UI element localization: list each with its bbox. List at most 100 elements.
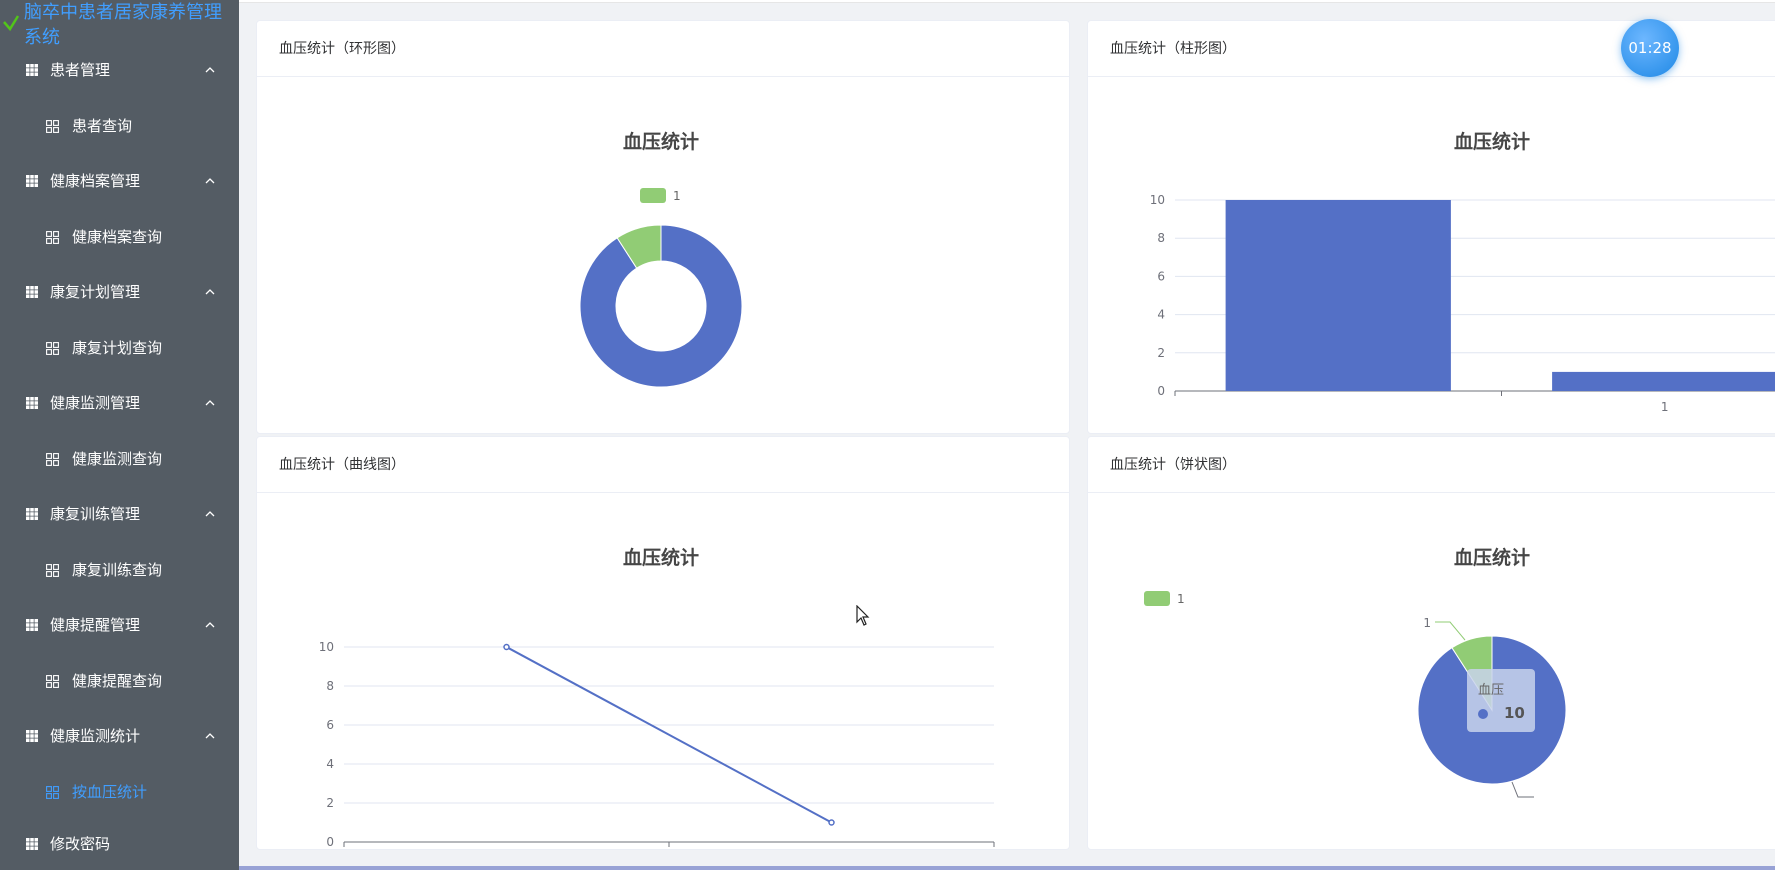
apps-icon (46, 786, 59, 799)
card-header: 血压统计（饼状图） (1088, 437, 1775, 493)
y-tick-label: 10 (319, 640, 334, 654)
grid-icon (26, 397, 38, 409)
sidebar-item-label: 修改密码 (50, 835, 111, 853)
label-leader-line (1511, 781, 1534, 798)
bar-chart: 血压统计 0 2 4 6 8 10 1 (1150, 130, 1775, 414)
check-icon (3, 15, 20, 32)
legend-label: 1 (673, 189, 681, 203)
ring-chart: 血压统计 1 (579, 130, 743, 388)
sidebar-subitem-3[interactable]: 健康监测查询 (0, 431, 239, 487)
sidebar-group-5[interactable]: 健康提醒管理 (0, 597, 239, 653)
sidebar-group-label: 健康档案管理 (50, 172, 141, 190)
slice-label: 1 (1423, 616, 1431, 630)
sidebar-group-label: 康复训练管理 (50, 505, 141, 523)
sidebar-subitem-label: 健康提醒查询 (72, 672, 163, 690)
sidebar-subitem-label: 康复训练查询 (72, 561, 163, 579)
sidebar-group-2[interactable]: 康复计划管理 (0, 264, 239, 320)
top-bar (239, 0, 1775, 3)
bar (1552, 371, 1775, 391)
sidebar-subitem-label: 按血压统计 (72, 783, 148, 801)
series-line (506, 646, 832, 824)
legend-swatch (1144, 591, 1170, 606)
chevron-up-icon (205, 400, 215, 406)
sidebar-group-label: 患者管理 (50, 61, 111, 79)
card-bar-chart: 血压统计（柱形图） 血压统计 0 2 4 6 8 10 1 (1087, 20, 1775, 434)
chevron-up-icon (205, 178, 215, 184)
sidebar-subitem-4[interactable]: 康复训练查询 (0, 542, 239, 598)
y-tick-label: 6 (326, 718, 334, 732)
grid-icon (26, 286, 38, 298)
bottom-edge (239, 866, 1775, 870)
sidebar-group-4[interactable]: 康复训练管理 (0, 486, 239, 542)
sidebar-group-label: 健康监测统计 (50, 727, 141, 745)
sidebar: 脑卒中患者居家康养管理系统 患者管理 患者查询 健康档案管理 健康档案查询 康复… (0, 0, 239, 870)
chevron-up-icon (205, 67, 215, 73)
chevron-up-icon (205, 511, 215, 517)
bar (1225, 200, 1451, 391)
y-tick-label: 4 (326, 757, 334, 771)
apps-icon (46, 342, 59, 355)
card-line-chart: 血压统计（曲线图） 血压统计02468101 (256, 436, 1070, 850)
label-leader-line (1435, 621, 1466, 641)
sidebar-subitem-0[interactable]: 患者查询 (0, 98, 239, 154)
chevron-up-icon (205, 622, 215, 628)
apps-icon (46, 120, 59, 133)
apps-icon (46, 453, 59, 466)
sidebar-group-label: 康复计划管理 (50, 283, 141, 301)
sidebar-subitem-2[interactable]: 康复计划查询 (0, 320, 239, 376)
tooltip-series-name: 血压 (1478, 683, 1505, 698)
pie-chart: 血压统计 1 1 (1144, 546, 1567, 798)
chart-tooltip: 血压 10 (1467, 669, 1535, 732)
chart-title: 血压统计 (623, 130, 699, 153)
grid-icon (26, 730, 38, 742)
chart-title: 血压统计 (1454, 130, 1530, 153)
grid-icon (26, 619, 38, 631)
y-tick-label: 2 (1157, 346, 1165, 360)
sidebar-subitem-label: 健康档案查询 (72, 228, 163, 246)
y-tick-label: 8 (326, 679, 334, 693)
sidebar-subitem-6[interactable]: 按血压统计 (0, 764, 239, 820)
apps-icon (46, 564, 59, 577)
grid-icon (26, 175, 38, 187)
apps-icon (46, 231, 59, 244)
card-header: 血压统计（环形图） (257, 21, 1069, 77)
mouse-cursor-icon (856, 605, 870, 626)
tooltip-value: 10 (1504, 704, 1525, 722)
legend-label: 1 (1177, 592, 1185, 606)
sidebar-group-label: 健康提醒管理 (50, 616, 141, 634)
y-tick-label: 0 (326, 835, 334, 849)
line-point (503, 643, 510, 651)
sidebar-subitem-label: 患者查询 (72, 117, 133, 135)
card-pie-chart: 血压统计（饼状图） 血压统计 1 1 (1087, 436, 1775, 850)
card-ring-chart: 血压统计（环形图） 血压统计 1 (256, 20, 1070, 434)
x-tick-label: 1 (1661, 400, 1669, 414)
grid-icon (26, 508, 38, 520)
timer-badge[interactable]: 01:28 (1621, 19, 1679, 77)
apps-icon (46, 675, 59, 688)
sidebar-subitem-1[interactable]: 健康档案查询 (0, 209, 239, 265)
sidebar-subitem-label: 康复计划查询 (72, 339, 163, 357)
sidebar-subitem-5[interactable]: 健康提醒查询 (0, 653, 239, 709)
chevron-up-icon (205, 289, 215, 295)
line-chart: 血压统计02468101 (319, 546, 995, 849)
sidebar-group-label: 健康监测管理 (50, 394, 141, 412)
sidebar-group-1[interactable]: 健康档案管理 (0, 153, 239, 209)
y-tick-label: 0 (1157, 384, 1165, 398)
card-header: 血压统计（曲线图） (257, 437, 1069, 493)
grid-icon (26, 838, 38, 850)
chart-title: 血压统计 (1454, 546, 1530, 569)
sidebar-subitem-label: 健康监测查询 (72, 450, 163, 468)
chart-title: 血压统计 (623, 546, 699, 569)
y-tick-label: 4 (1157, 308, 1165, 322)
legend-swatch (640, 188, 666, 203)
chevron-up-icon (205, 733, 215, 739)
y-tick-label: 10 (1150, 193, 1165, 207)
sidebar-item-change-password[interactable]: 修改密码 (0, 816, 239, 870)
sidebar-group-3[interactable]: 健康监测管理 (0, 375, 239, 431)
y-tick-label: 8 (1157, 231, 1165, 245)
y-tick-label: 2 (326, 796, 334, 810)
sidebar-group-0[interactable]: 患者管理 (0, 42, 239, 98)
grid-icon (26, 64, 38, 76)
sidebar-group-6[interactable]: 健康监测统计 (0, 708, 239, 764)
y-tick-label: 6 (1157, 269, 1165, 283)
